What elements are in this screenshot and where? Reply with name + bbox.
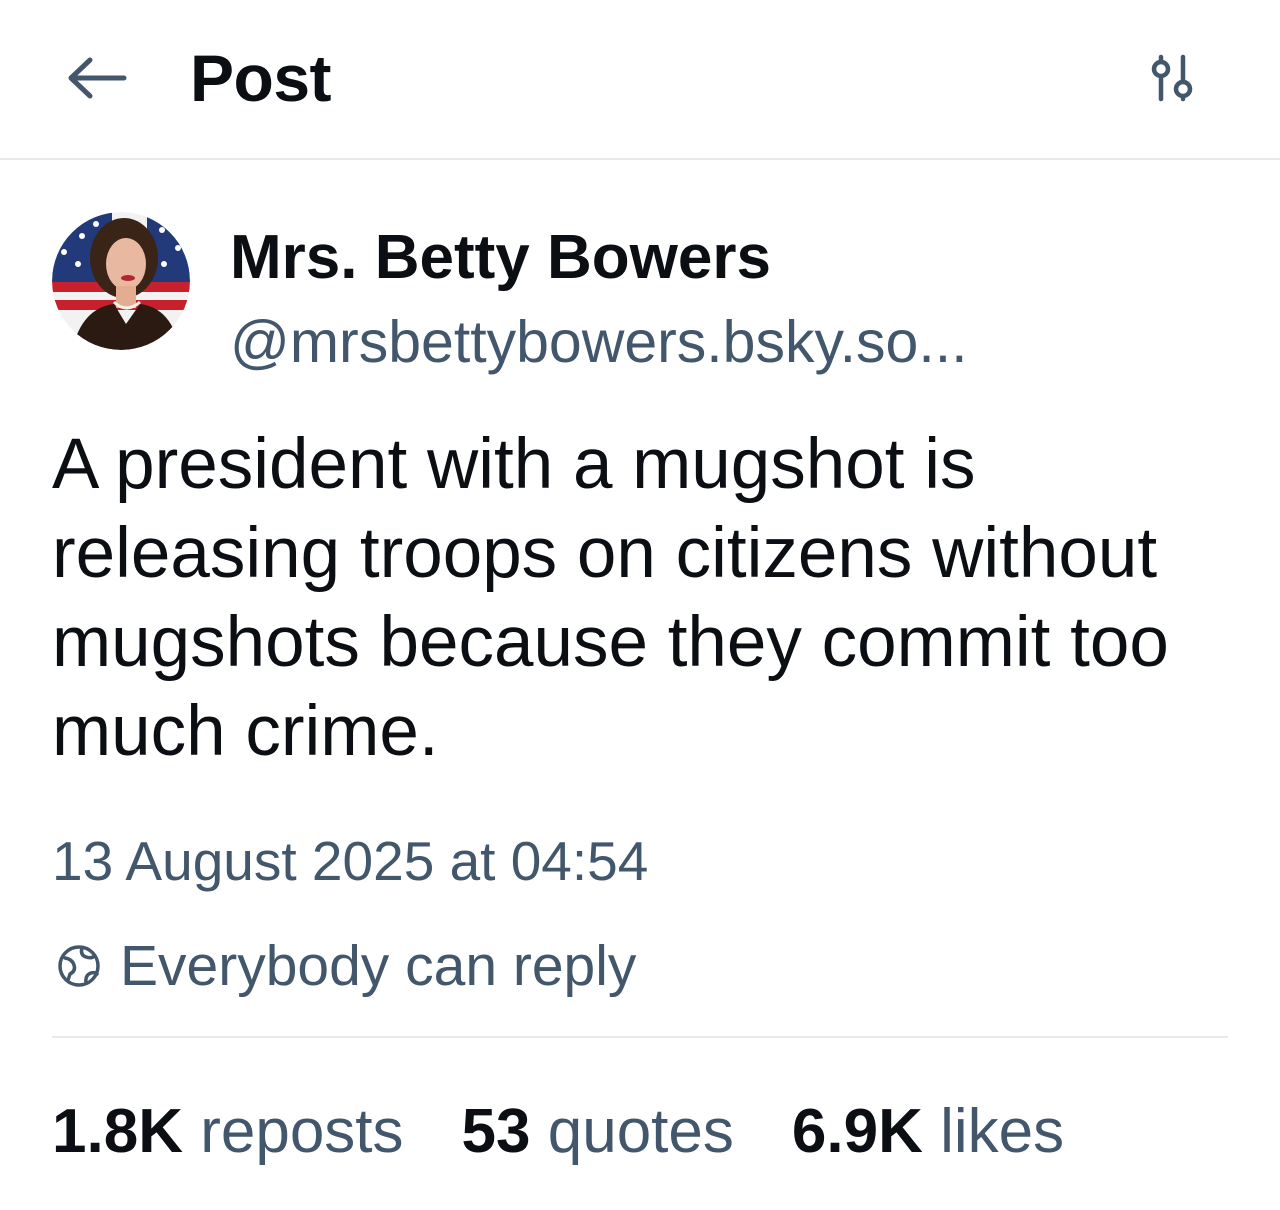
reposts-stat[interactable]: 1.8K reposts (52, 1094, 404, 1170)
reposts-label: reposts (200, 1097, 404, 1166)
reposts-count: 1.8K (52, 1097, 183, 1166)
back-button[interactable] (62, 50, 130, 106)
engagement-stats: 1.8K reposts 53 quotes 6.9K likes (52, 1094, 1064, 1174)
quotes-label: quotes (547, 1097, 734, 1166)
post-timestamp: 13 August 2025 at 04:54 (52, 830, 649, 892)
quotes-count: 53 (461, 1097, 531, 1166)
arrow-left-icon (68, 57, 127, 99)
thread-settings-button[interactable] (1140, 48, 1204, 110)
quotes-stat[interactable]: 53 quotes (462, 1094, 734, 1170)
reply-settings[interactable]: Everybody can reply (52, 930, 636, 1002)
likes-stat[interactable]: 6.9K likes (792, 1094, 1064, 1170)
likes-label: likes (940, 1097, 1065, 1166)
divider (52, 1036, 1228, 1038)
top-bar: Post (0, 0, 1280, 160)
post-text: A president with a mugshot is releasing … (52, 425, 1169, 771)
author-handle[interactable]: @mrsbettybowers.bsky.so... (230, 306, 968, 378)
likes-count: 6.9K (791, 1097, 923, 1166)
globe-icon (54, 941, 104, 991)
sliders-icon (1151, 54, 1193, 102)
reply-setting-label: Everybody can reply (120, 934, 637, 998)
avatar[interactable] (52, 212, 190, 350)
author-name[interactable]: Mrs. Betty Bowers (230, 220, 771, 296)
page-title: Post (190, 41, 332, 115)
